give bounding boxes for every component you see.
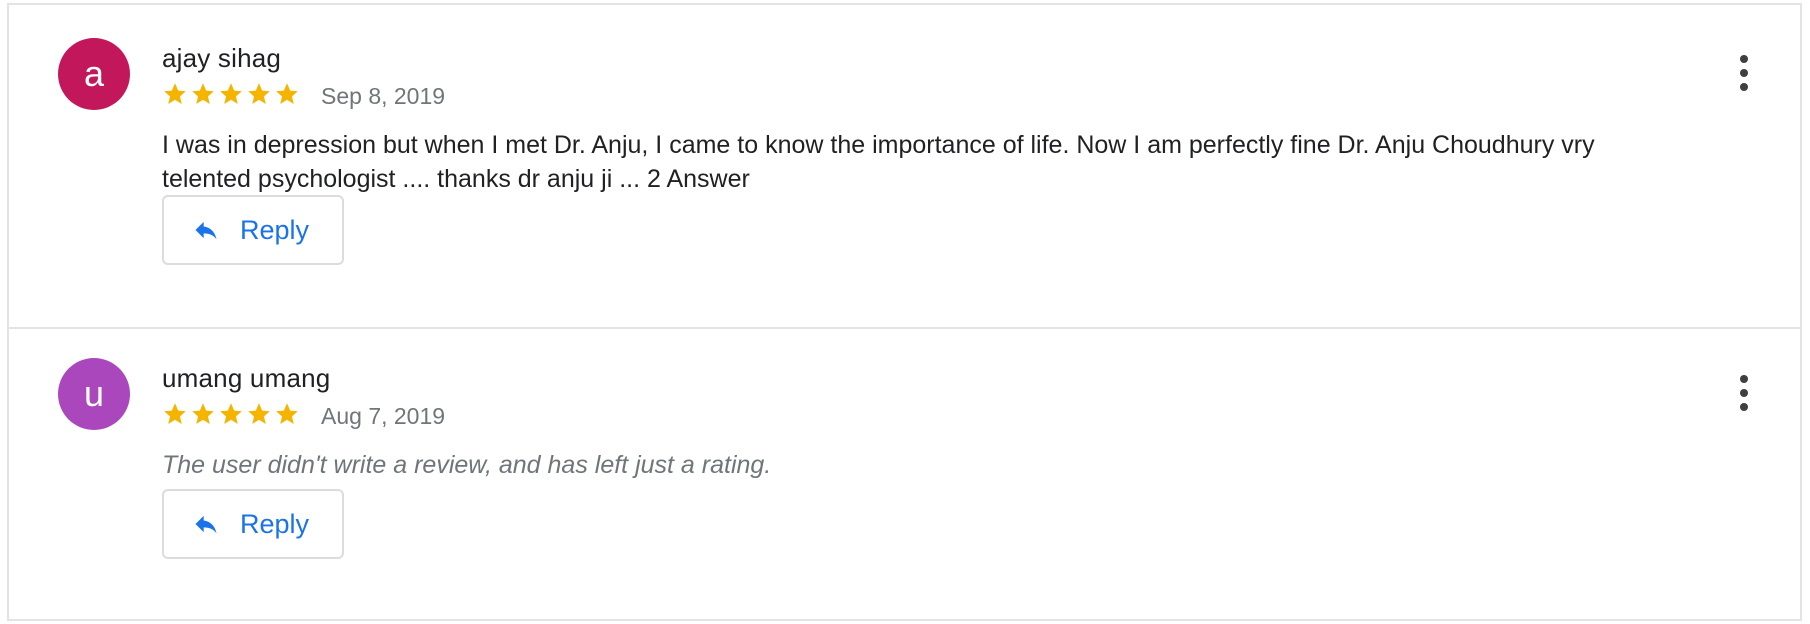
reply-label: Reply [240, 508, 310, 539]
star-icon [248, 83, 270, 104]
reply-button[interactable]: Reply [162, 195, 344, 265]
star-icon [192, 403, 214, 424]
review-list: a ajay sihag Sep 8, 2019 I was in depres… [7, 3, 1802, 621]
review-text: The user didn't write a review, and has … [162, 451, 772, 479]
review-date: Aug 7, 2019 [321, 403, 446, 429]
star-rating [162, 399, 302, 429]
star-icon [276, 83, 298, 104]
reply-label: Reply [240, 214, 310, 245]
star-icon [164, 403, 186, 424]
review-card: a ajay sihag Sep 8, 2019 I was in depres… [9, 5, 1800, 329]
star-icon [248, 403, 270, 424]
review-card: u umang umang Aug 7, 2019 The user didn'… [9, 329, 1800, 621]
more-vert-icon[interactable] [1736, 373, 1752, 413]
star-icon [192, 83, 214, 104]
avatar[interactable]: u [58, 358, 130, 430]
reply-button[interactable]: Reply [162, 489, 344, 559]
review-date: Sep 8, 2019 [321, 83, 446, 109]
star-icon [276, 403, 298, 424]
reply-arrow-icon [195, 221, 217, 240]
review-author[interactable]: umang umang [162, 363, 330, 394]
avatar[interactable]: a [58, 38, 130, 110]
review-text: I was in depression but when I met Dr. A… [162, 131, 1595, 193]
review-author[interactable]: ajay sihag [162, 43, 281, 74]
avatar-letter: a [83, 53, 105, 94]
reply-arrow-icon [195, 515, 217, 534]
star-icon [220, 403, 242, 424]
star-icon [164, 83, 186, 104]
avatar-letter: u [83, 373, 105, 414]
star-icon [220, 83, 242, 104]
star-rating [162, 79, 302, 109]
more-vert-icon[interactable] [1736, 53, 1752, 93]
